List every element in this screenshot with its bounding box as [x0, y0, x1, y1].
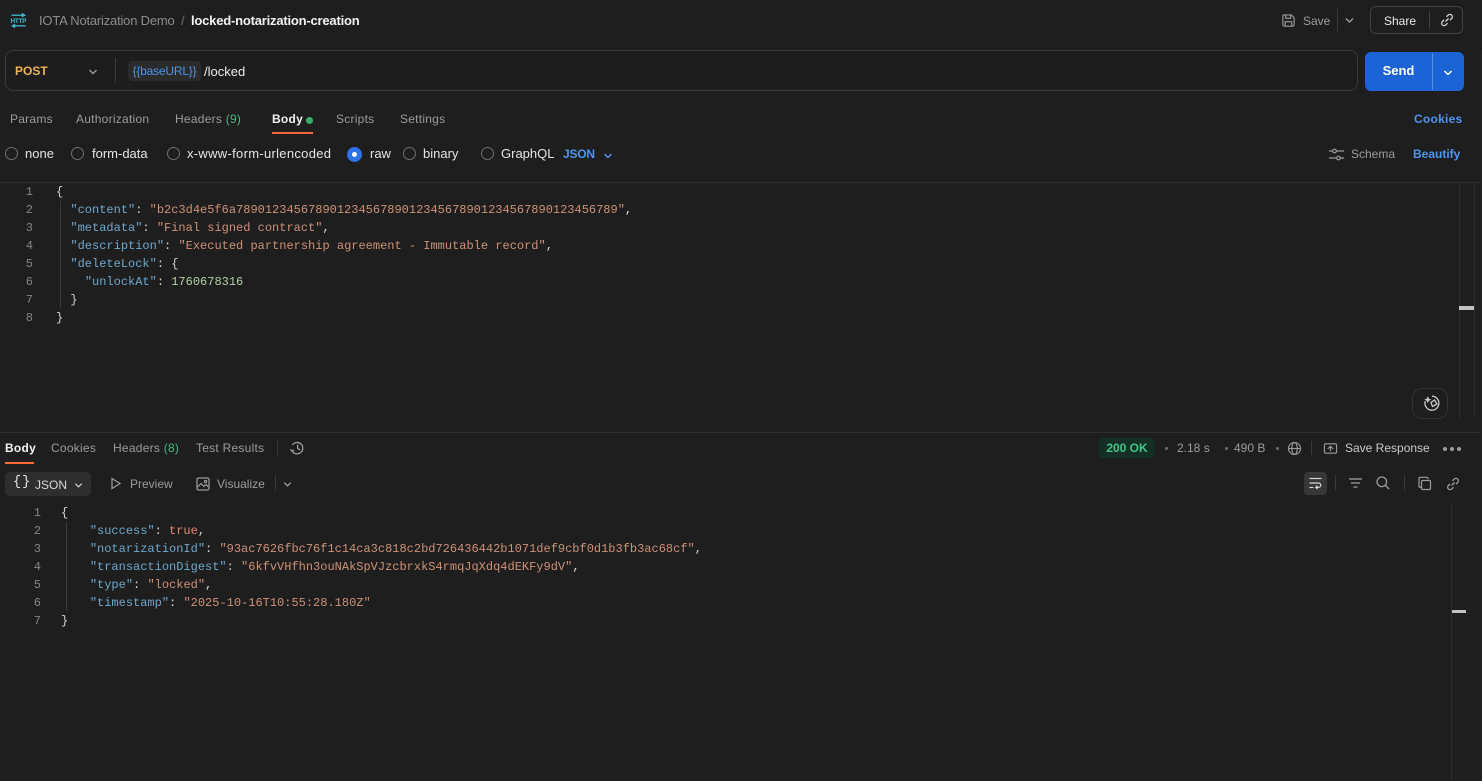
svg-text:HTTP: HTTP [11, 18, 28, 25]
